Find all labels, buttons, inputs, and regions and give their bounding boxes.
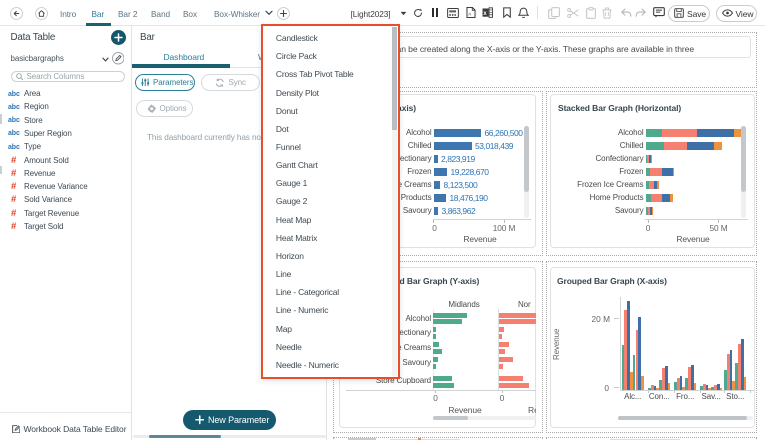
svg-text:A: A <box>468 12 472 17</box>
